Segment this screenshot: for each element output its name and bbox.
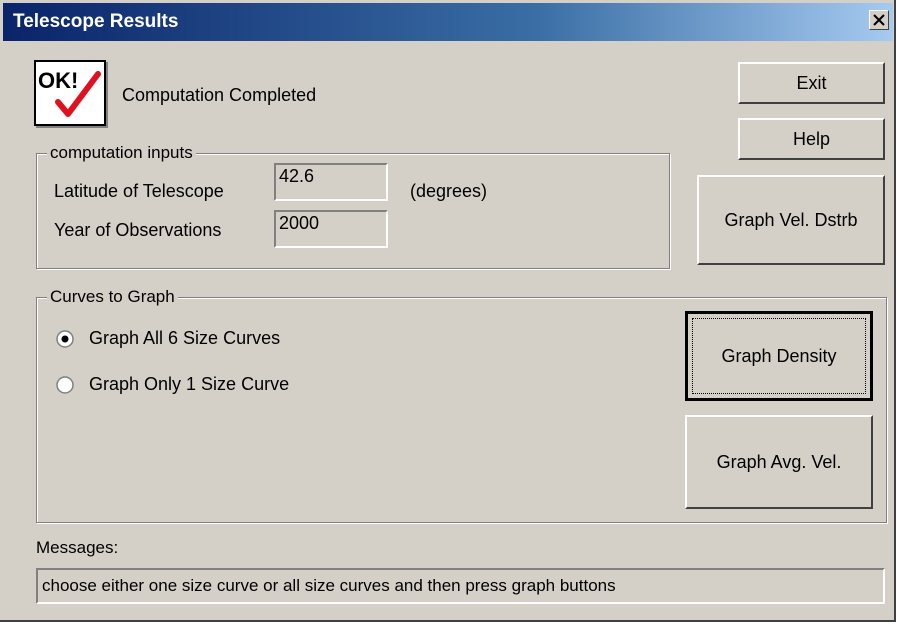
close-button[interactable] bbox=[869, 10, 889, 30]
exit-button[interactable]: Exit bbox=[738, 62, 885, 104]
graph-density-button[interactable]: Graph Density bbox=[685, 311, 873, 401]
latitude-unit-label: (degrees) bbox=[410, 181, 488, 201]
messages-label: Messages: bbox=[36, 538, 119, 557]
latitude-label: Latitude of Telescope bbox=[54, 181, 224, 201]
year-field[interactable]: 2000 bbox=[274, 210, 388, 248]
messages-field: choose either one size curve or all size… bbox=[36, 568, 885, 604]
year-label: Year of Observations bbox=[54, 220, 222, 240]
ok-check-icon: OK! bbox=[34, 60, 106, 126]
graph-vel-dstrb-button[interactable]: Graph Vel. Dstrb bbox=[697, 175, 885, 265]
window-title: Telescope Results bbox=[13, 11, 179, 32]
latitude-field[interactable]: 42.6 bbox=[274, 163, 388, 201]
help-button[interactable]: Help bbox=[738, 118, 885, 160]
radio-all-size-curves[interactable] bbox=[56, 330, 74, 348]
close-icon bbox=[873, 14, 885, 26]
graph-density-label: Graph Density bbox=[721, 345, 837, 366]
graph-avg-vel-button[interactable]: Graph Avg. Vel. bbox=[685, 415, 873, 509]
telescope-results-window: Telescope Results OK! Computation Comple… bbox=[0, 0, 896, 622]
radio-all-size-curves-label: Graph All 6 Size Curves bbox=[89, 328, 281, 348]
radio-one-size-curve[interactable] bbox=[56, 376, 74, 394]
computation-inputs-legend: computation inputs bbox=[47, 143, 196, 163]
ok-icon-text: OK! bbox=[38, 68, 78, 93]
radio-one-size-curve-label: Graph Only 1 Size Curve bbox=[89, 374, 290, 394]
title-bar[interactable]: Telescope Results bbox=[3, 3, 893, 41]
status-text: Computation Completed bbox=[122, 85, 317, 105]
curves-to-graph-legend: Curves to Graph bbox=[47, 287, 178, 307]
